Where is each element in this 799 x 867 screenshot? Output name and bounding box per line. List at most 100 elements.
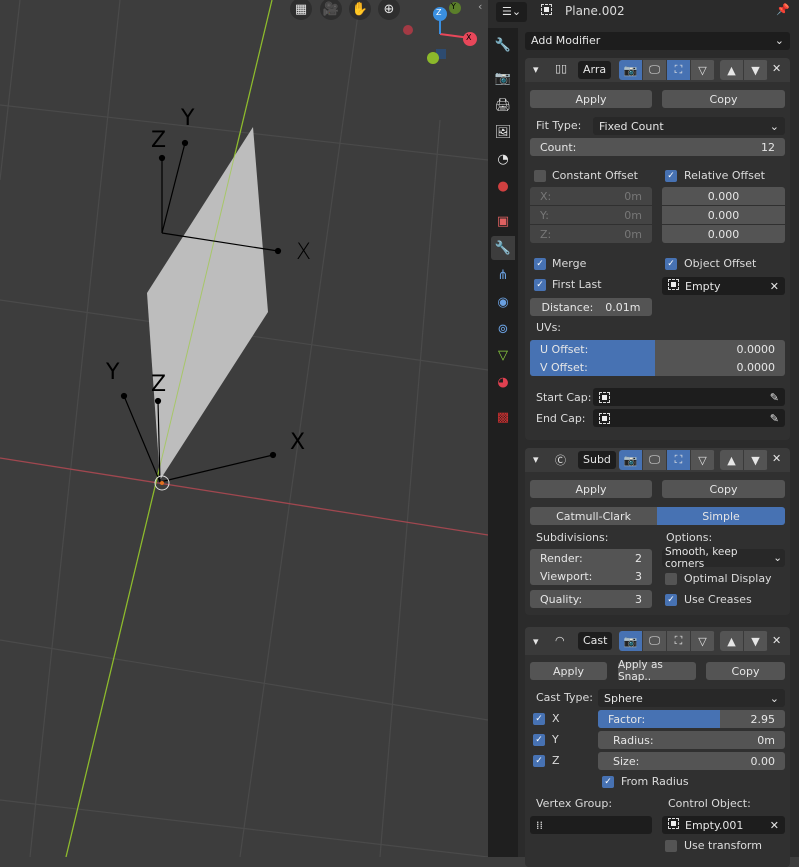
view-layer-tab-icon[interactable]: 🖼	[491, 120, 515, 144]
count-field[interactable]: Count: 12	[530, 138, 785, 156]
from-radius-checkbox[interactable]: ✓	[602, 776, 614, 788]
merge-checkbox[interactable]: ✓	[534, 258, 546, 270]
radius-field[interactable]: Radius: 0m	[598, 731, 785, 749]
constant-x-field[interactable]: X: 0m	[530, 187, 652, 205]
cast-x-checkbox[interactable]: ✓	[533, 713, 545, 725]
from-radius-label: From Radius	[621, 775, 689, 788]
render-toggle-icon[interactable]: 📷	[619, 450, 643, 470]
viewport-toggle-icon[interactable]: 🖵	[643, 450, 667, 470]
vertex-group-field[interactable]: ⁞⁞	[530, 816, 652, 834]
copy-button[interactable]: Copy	[662, 90, 785, 108]
constant-y-field[interactable]: Y: 0m	[530, 206, 652, 224]
size-field[interactable]: Size: 0.00	[598, 752, 785, 770]
modifier-name-field[interactable]: Arra	[578, 61, 612, 79]
collapse-icon[interactable]: ▾	[533, 63, 539, 76]
cage-toggle-icon[interactable]: ▽	[691, 60, 715, 80]
cast-y-checkbox[interactable]: ✓	[533, 734, 545, 746]
render-levels-field[interactable]: Render: 2	[530, 549, 652, 567]
cage-toggle-icon[interactable]: ▽	[691, 631, 715, 651]
copy-button[interactable]: Copy	[706, 662, 785, 680]
output-tab-icon[interactable]: 🖨	[491, 93, 515, 117]
merge-distance-field[interactable]: Distance: 0.01m	[530, 298, 652, 316]
material-tab-icon[interactable]: ◕	[491, 370, 515, 394]
copy-button[interactable]: Copy	[662, 480, 785, 498]
navigation-gizmo[interactable]	[395, 0, 488, 70]
start-cap-field[interactable]: ✎	[593, 388, 785, 406]
scene-tab-icon[interactable]: ◔	[491, 147, 515, 171]
constant-z-field[interactable]: Z: 0m	[530, 225, 652, 243]
plane-mesh	[147, 127, 268, 480]
move-down-icon[interactable]: ▼	[744, 60, 768, 80]
world-tab-icon[interactable]: ●	[491, 174, 515, 198]
object-tab-icon[interactable]: ▣	[491, 209, 515, 233]
apply-button[interactable]: Apply	[530, 480, 652, 498]
relative-y-field[interactable]: 0.000	[662, 206, 785, 224]
move-up-icon[interactable]: ▲	[720, 631, 744, 651]
tool-tab-icon[interactable]: 🔧	[491, 33, 515, 57]
particles-tab-icon[interactable]: ⋔	[491, 263, 515, 287]
physics-tab-icon[interactable]: ◉	[491, 290, 515, 314]
first-last-checkbox[interactable]: ✓	[534, 279, 546, 291]
editmode-toggle-icon[interactable]: ⛶	[667, 631, 691, 651]
texture-tab-icon[interactable]: ▩	[491, 405, 515, 429]
apply-button[interactable]: Apply	[530, 90, 652, 108]
add-modifier-dropdown[interactable]: Add Modifier ⌄	[525, 32, 790, 50]
relative-z-field[interactable]: 0.000	[662, 225, 785, 243]
relative-x-field[interactable]: 0.000	[662, 187, 785, 205]
data-tab-icon[interactable]: ▽	[491, 343, 515, 367]
move-down-icon[interactable]: ▼	[744, 450, 768, 470]
collapse-icon[interactable]: ▾	[533, 635, 539, 648]
remove-modifier-icon[interactable]: ✕	[772, 634, 781, 647]
quality-field[interactable]: Quality: 3	[530, 590, 652, 608]
editmode-toggle-icon[interactable]: ⛶	[667, 450, 691, 470]
render-tab-icon[interactable]: 📷	[491, 66, 515, 90]
viewport-toggle-icon[interactable]: 🖵	[643, 631, 667, 651]
modifier-tab-icon[interactable]: 🔧	[491, 236, 515, 260]
collapse-icon[interactable]: ▾	[533, 453, 539, 466]
editor-type-button[interactable]: ☰⌄	[496, 2, 527, 22]
apply-as-shape-button[interactable]: Apply as Snap..	[618, 659, 696, 683]
apply-button[interactable]: Apply	[530, 662, 607, 680]
eyedropper-icon[interactable]: ✎	[770, 391, 779, 404]
constraints-tab-icon[interactable]: ⊚	[491, 317, 515, 341]
simple-option[interactable]: Simple	[657, 507, 785, 525]
sidebar-toggle-icon[interactable]: ‹	[478, 0, 482, 13]
eyedropper-icon[interactable]: ✎	[770, 412, 779, 425]
cast-type-dropdown[interactable]: Sphere ⌄	[598, 689, 785, 707]
end-cap-field[interactable]: ✎	[593, 409, 785, 427]
move-up-icon[interactable]: ▲	[720, 60, 744, 80]
fit-type-dropdown[interactable]: Fixed Count ⌄	[593, 117, 785, 135]
pin-icon[interactable]: 📌	[776, 3, 790, 16]
cast-z-checkbox[interactable]: ✓	[533, 755, 545, 767]
remove-modifier-icon[interactable]: ✕	[772, 452, 781, 465]
catmull-clark-option[interactable]: Catmull-Clark	[530, 507, 657, 525]
clear-icon[interactable]: ✕	[770, 819, 779, 832]
3d-viewport[interactable]: X Y Z X Y Z ▦ 🎥 ✋ ⊕ X Z Y ‹	[0, 0, 489, 858]
constant-offset-checkbox[interactable]	[534, 170, 546, 182]
optimal-display-label: Optimal Display	[684, 572, 772, 585]
render-toggle-icon[interactable]: 📷	[619, 631, 643, 651]
cage-toggle-icon[interactable]: ▽	[691, 450, 715, 470]
u-offset-field[interactable]: U Offset: 0.0000	[530, 340, 785, 358]
viewport-levels-field[interactable]: Viewport: 3	[530, 567, 652, 585]
optimal-display-checkbox[interactable]	[665, 573, 677, 585]
remove-modifier-icon[interactable]: ✕	[772, 62, 781, 75]
control-object-field[interactable]: Empty.001 ✕	[662, 816, 785, 834]
uv-smooth-dropdown[interactable]: Smooth, keep corners ⌄	[662, 546, 785, 570]
modifier-name-field[interactable]: Subd	[578, 451, 616, 469]
editmode-toggle-icon[interactable]: ⛶	[667, 60, 691, 80]
use-creases-checkbox[interactable]: ✓	[665, 594, 677, 606]
move-up-icon[interactable]: ▲	[720, 450, 744, 470]
object-offset-checkbox[interactable]: ✓	[665, 258, 677, 270]
factor-slider[interactable]: Factor: 2.95	[598, 710, 785, 728]
move-down-icon[interactable]: ▼	[744, 631, 768, 651]
render-toggle-icon[interactable]: 📷	[619, 60, 643, 80]
clear-icon[interactable]: ✕	[770, 280, 779, 293]
modifier-name-field[interactable]: Cast	[578, 632, 613, 650]
offset-object-field[interactable]: Empty ✕	[662, 277, 785, 295]
array-modifier-icon: ▯▯	[555, 62, 568, 75]
viewport-toggle-icon[interactable]: 🖵	[643, 60, 667, 80]
relative-offset-checkbox[interactable]: ✓	[665, 170, 677, 182]
v-offset-field[interactable]: V Offset: 0.0000	[530, 358, 785, 376]
use-transform-checkbox[interactable]	[665, 840, 677, 852]
